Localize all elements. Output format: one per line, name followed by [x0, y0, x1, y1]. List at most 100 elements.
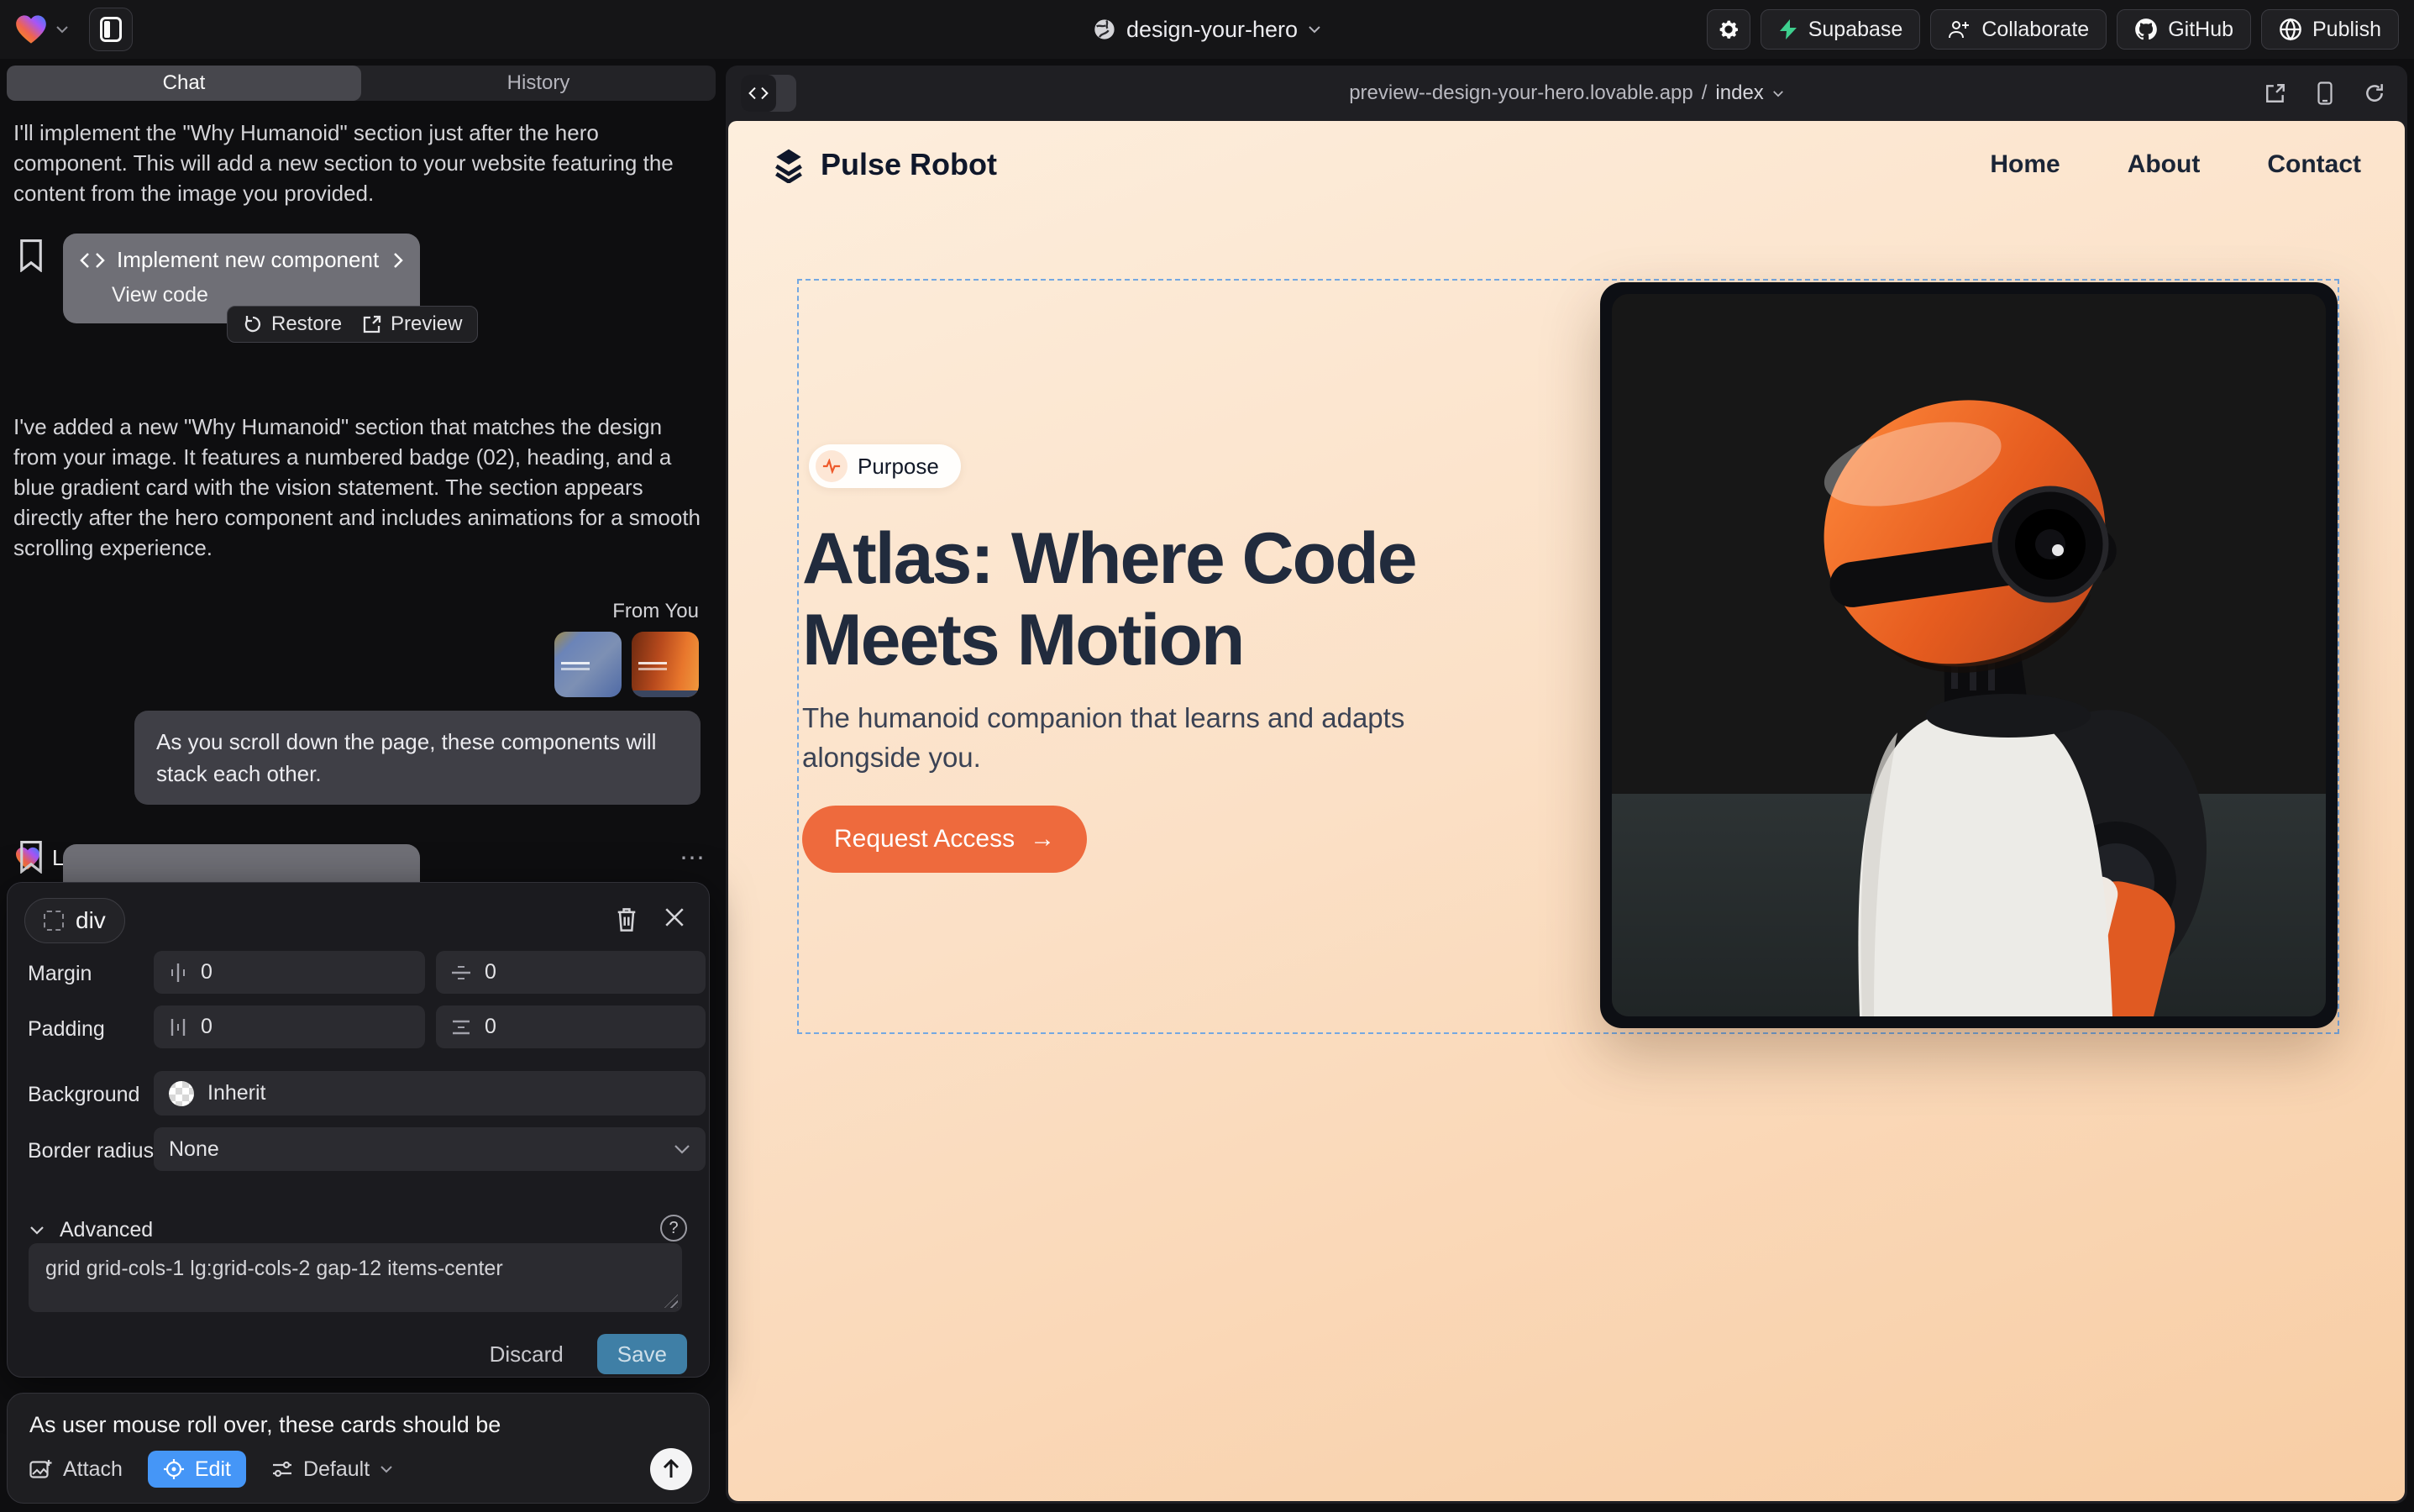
advanced-label: Advanced: [60, 1218, 153, 1242]
save-button[interactable]: Save: [597, 1334, 687, 1374]
element-inspector-popup: div Margin 0 0 Padding 0: [7, 882, 710, 1378]
margin-y-value: 0: [485, 960, 496, 984]
background-label: Background: [28, 1083, 139, 1107]
chevron-down-icon: [674, 1144, 690, 1154]
margin-x-input[interactable]: 0: [154, 951, 425, 994]
tab-chat[interactable]: Chat: [7, 66, 361, 101]
selected-element-chip[interactable]: div: [24, 898, 125, 943]
supabase-button[interactable]: Supabase: [1761, 9, 1921, 50]
mode-label: Default: [303, 1457, 370, 1482]
from-you-label: From You: [0, 600, 699, 623]
chat-panel: Chat History I'll implement the "Why Hum…: [0, 59, 724, 1512]
collaborate-label: Collaborate: [1981, 18, 2089, 42]
publish-button[interactable]: Publish: [2261, 9, 2399, 50]
discard-button[interactable]: Discard: [490, 1341, 564, 1368]
version-hover-toolbar: Restore Preview: [227, 306, 478, 343]
robot-image: [1612, 294, 2326, 1016]
project-switcher[interactable]: design-your-hero: [1093, 0, 1321, 59]
site-viewport: Pulse Robot Home About Contact Purpose A…: [728, 121, 2405, 1501]
url-separator: /: [1702, 81, 1708, 105]
view-code-link[interactable]: View code: [63, 273, 420, 307]
border-radius-select[interactable]: None: [154, 1127, 706, 1171]
assistant-message: I've added a new "Why Humanoid" section …: [0, 412, 724, 563]
pulse-icon: [816, 450, 848, 482]
logo-chevron-down-icon[interactable]: [55, 25, 69, 34]
send-button[interactable]: [650, 1448, 692, 1490]
refresh-icon[interactable]: [2364, 82, 2385, 104]
delete-element-button[interactable]: [615, 906, 638, 933]
padding-x-input[interactable]: 0: [154, 1005, 425, 1048]
preview-button[interactable]: Preview: [362, 312, 462, 336]
app-topbar: design-your-hero Supabase Collaborate Gi…: [0, 0, 2414, 59]
tailwind-classes-textarea[interactable]: grid grid-cols-1 lg:grid-cols-2 gap-12 i…: [29, 1243, 682, 1312]
bookmark-icon: [18, 840, 44, 877]
supabase-label: Supabase: [1808, 18, 1903, 42]
sidebar-toggle-button[interactable]: [89, 8, 133, 51]
collaborate-button[interactable]: Collaborate: [1930, 9, 2107, 50]
chat-composer[interactable]: As user mouse roll over, these cards sho…: [7, 1393, 710, 1504]
help-icon[interactable]: ?: [660, 1215, 687, 1242]
restore-label: Restore: [271, 312, 342, 336]
site-nav: Home About Contact: [1990, 150, 2361, 179]
element-tag: div: [76, 907, 106, 934]
preview-url-domain: preview--design-your-hero.lovable.app: [1349, 81, 1693, 105]
background-value: Inherit: [207, 1081, 265, 1105]
close-icon[interactable]: [664, 906, 685, 928]
code-view-toggle[interactable]: [741, 75, 796, 112]
padding-x-value: 0: [201, 1015, 213, 1039]
project-name: design-your-hero: [1126, 17, 1298, 43]
nav-link-about[interactable]: About: [2128, 150, 2201, 179]
nav-link-home[interactable]: Home: [1990, 150, 2060, 179]
hero-heading-line2: Meets Motion: [802, 600, 1416, 681]
purpose-badge[interactable]: Purpose: [809, 444, 961, 488]
preview-label: Preview: [391, 312, 462, 336]
attachment-thumbnail-orange[interactable]: [632, 632, 699, 697]
code-icon: [80, 252, 105, 269]
composer-input[interactable]: As user mouse roll over, these cards sho…: [29, 1412, 687, 1438]
attachment-thumbnail-blue[interactable]: [554, 632, 622, 697]
hero-robot-card: [1600, 282, 2338, 1028]
message-more-button[interactable]: ⋯: [680, 843, 707, 873]
preview-url-bar[interactable]: preview--design-your-hero.lovable.app / …: [1349, 81, 1784, 105]
chevron-right-icon[interactable]: [393, 252, 403, 269]
hero-section-selected[interactable]: Purpose Atlas: Where Code Meets Motion T…: [797, 279, 2339, 1034]
hero-heading: Atlas: Where Code Meets Motion: [802, 518, 1416, 681]
preview-panel: preview--design-your-hero.lovable.app / …: [726, 66, 2407, 1504]
github-button[interactable]: GitHub: [2117, 9, 2251, 50]
cta-label: Request Access: [834, 825, 1015, 853]
lovable-logo-icon[interactable]: [15, 14, 47, 45]
attach-button[interactable]: Attach: [29, 1457, 123, 1482]
purpose-badge-label: Purpose: [858, 454, 939, 480]
margin-y-input[interactable]: 0: [436, 951, 706, 994]
component-card-title: Implement new component: [117, 247, 379, 273]
background-input[interactable]: Inherit: [154, 1071, 706, 1116]
preview-url-path: index: [1715, 81, 1763, 105]
nav-link-contact[interactable]: Contact: [2267, 150, 2361, 179]
site-logo[interactable]: Pulse Robot: [770, 146, 997, 183]
assistant-message: I'll implement the "Why Humanoid" sectio…: [0, 118, 724, 208]
preview-chrome-bar: preview--design-your-hero.lovable.app / …: [726, 66, 2407, 121]
settings-button[interactable]: [1707, 9, 1750, 50]
mobile-view-icon[interactable]: [2317, 81, 2333, 105]
attach-label: Attach: [63, 1457, 123, 1482]
edit-mode-button[interactable]: Edit: [148, 1451, 246, 1488]
model-mode-select[interactable]: Default: [271, 1457, 393, 1482]
border-radius-value: None: [169, 1137, 219, 1162]
github-label: GitHub: [2168, 18, 2233, 42]
edit-label: Edit: [195, 1457, 231, 1482]
tab-history[interactable]: History: [361, 66, 716, 101]
padding-label: Padding: [28, 1017, 105, 1042]
user-message-bubble: As you scroll down the page, these compo…: [134, 711, 701, 805]
restore-button[interactable]: Restore: [243, 312, 342, 336]
advanced-section-toggle[interactable]: Advanced: [29, 1218, 153, 1242]
bookmark-icon[interactable]: [18, 239, 44, 272]
request-access-button[interactable]: Request Access →: [802, 806, 1087, 873]
hero-subheading: The humanoid companion that learns and a…: [802, 698, 1407, 777]
margin-label: Margin: [28, 962, 92, 986]
element-selection-icon: [44, 911, 64, 931]
padding-y-value: 0: [485, 1015, 496, 1039]
background-swatch: [169, 1081, 194, 1106]
padding-y-input[interactable]: 0: [436, 1005, 706, 1048]
open-in-new-tab-icon[interactable]: [2264, 82, 2286, 104]
from-you-block: From You: [0, 600, 724, 697]
